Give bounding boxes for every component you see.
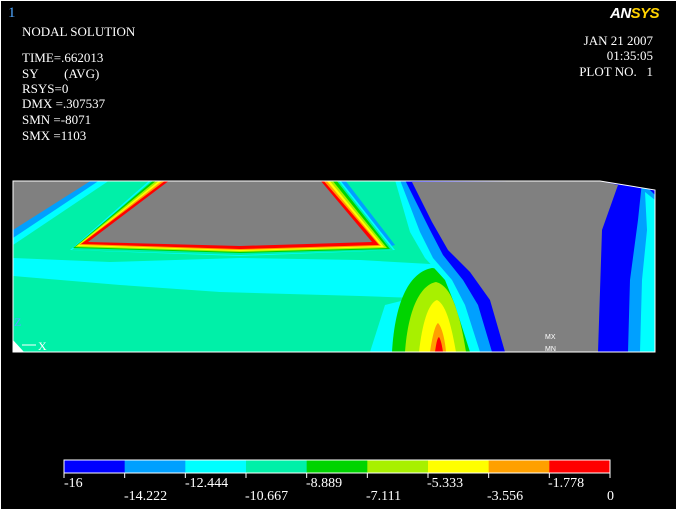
legend-swatch <box>306 460 368 473</box>
legend-label-bottom-2: -10.667 <box>245 489 289 504</box>
legend-swatch <box>124 460 186 473</box>
legend-swatch <box>428 460 490 473</box>
legend-swatch <box>185 460 247 473</box>
min-marker: MN <box>545 346 556 353</box>
contour-plot: Z X MX MN <box>12 180 656 478</box>
legend-label-top-5: -1.778 <box>548 476 585 491</box>
legend-label-bottom-3: -7.111 <box>366 489 402 504</box>
legend-label-top-2: -12.444 <box>185 476 229 491</box>
legend-swatch <box>488 460 550 473</box>
legend-label-bottom-5: 0 <box>607 489 614 504</box>
legend-label-top-3: -8.889 <box>306 476 343 491</box>
model-contours <box>13 181 655 352</box>
legend-swatch <box>367 460 429 473</box>
legend-color-bar <box>64 460 611 473</box>
max-marker: MX <box>545 334 556 341</box>
triad-z-label: Z <box>14 315 21 329</box>
legend-swatch <box>64 460 126 473</box>
legend-label-bottom-4: -3.556 <box>487 489 524 504</box>
legend-label-top-1: -16 <box>64 476 83 491</box>
legend-swatch <box>246 460 308 473</box>
triad-x-label: X <box>38 339 47 353</box>
legend-label-top-4: -5.333 <box>427 476 464 491</box>
legend-swatch <box>549 460 611 473</box>
legend-label-bottom-1: -14.222 <box>124 489 168 504</box>
